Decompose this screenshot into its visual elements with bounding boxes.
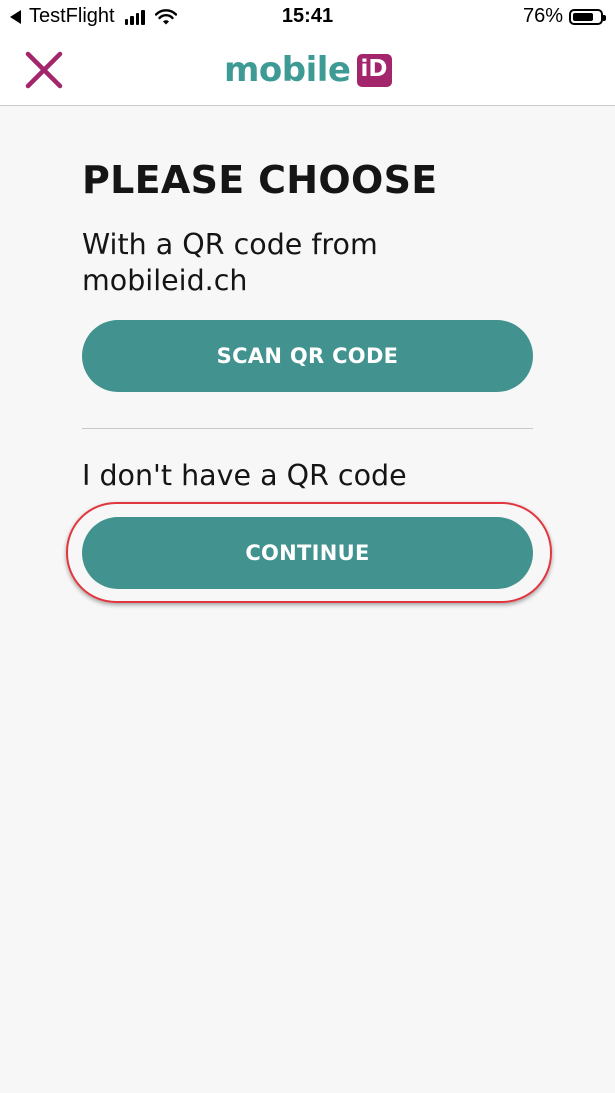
battery-status: 76% — [522, 5, 606, 28]
status-bar: TestFlight 15:41 76% — [0, 0, 615, 34]
no-qr-option-description: I don't have a QR code — [82, 459, 407, 492]
logo-badge: iD — [356, 53, 392, 87]
page-title: PLEASE CHOOSE — [82, 158, 438, 202]
close-button[interactable] — [22, 48, 66, 92]
battery-icon — [569, 8, 606, 25]
scan-qr-code-button[interactable]: SCAN QR CODE — [82, 320, 533, 392]
continue-button[interactable]: CONTINUE — [82, 517, 533, 589]
mobile-id-logo: mobile iD — [224, 48, 392, 92]
navigation-bar: mobile iD — [0, 34, 615, 106]
close-icon — [25, 51, 63, 89]
logo-badge-text: iD — [360, 55, 388, 82]
battery-percent: 76% — [522, 5, 563, 27]
qr-option-description: With a QR code from mobileid.ch — [82, 228, 378, 297]
battery-level-fill — [573, 12, 593, 21]
divider — [82, 428, 533, 429]
logo-wordmark: mobile — [224, 50, 351, 90]
